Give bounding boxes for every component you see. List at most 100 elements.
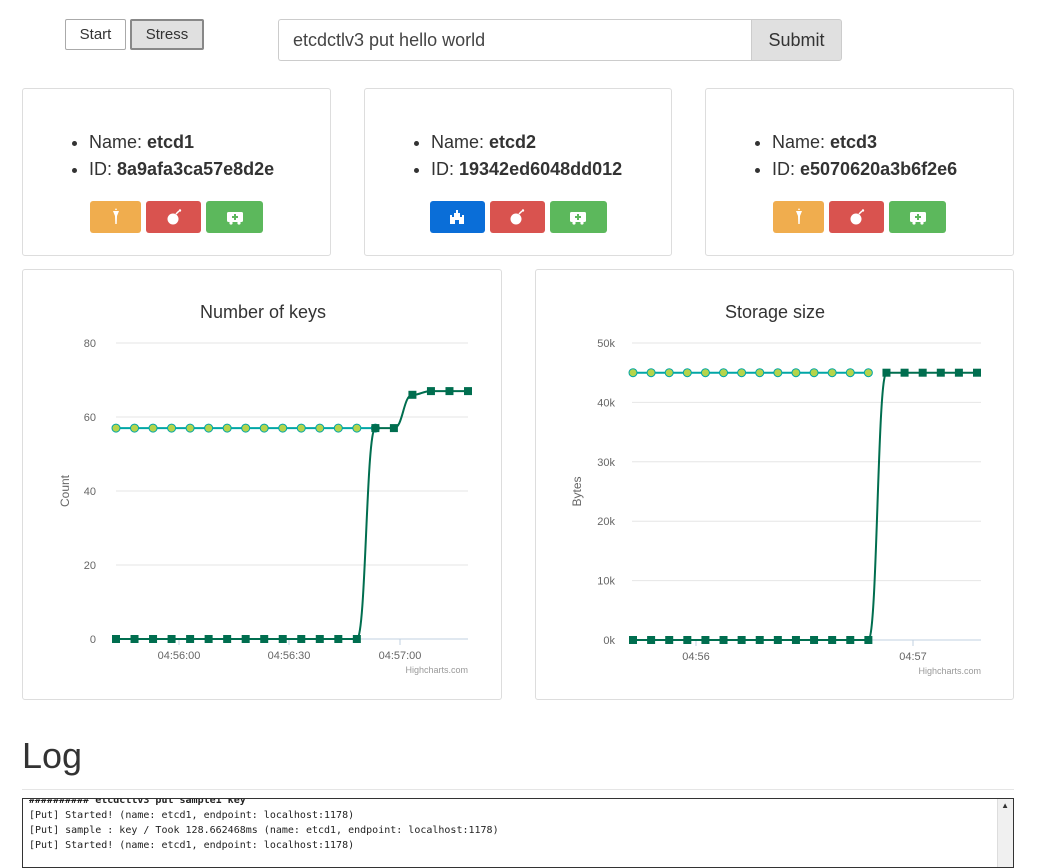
data-point	[773, 368, 783, 378]
leader-button[interactable]	[429, 201, 485, 233]
data-point	[628, 368, 638, 378]
node-info-list: Name: etcd3 ID: e5070620a3b6f2e6	[750, 129, 957, 183]
y-tick-label: 0	[90, 634, 96, 646]
node-actions	[23, 201, 330, 233]
data-point	[185, 423, 195, 433]
node-actions	[706, 201, 1013, 233]
torch-icon	[795, 208, 802, 224]
log-content: ########## etcdctlv3 put sample1 key [Put…	[23, 799, 1013, 853]
data-point	[260, 635, 269, 643]
data-point	[809, 368, 819, 378]
node-info-list: Name: etcd2 ID: 19342ed6048dd012	[409, 129, 622, 183]
data-point	[464, 387, 472, 396]
data-point	[846, 636, 855, 644]
torch-icon	[112, 208, 119, 224]
node-id-row: ID: 8a9afa3ca57e8d2e	[89, 156, 274, 183]
data-point	[647, 636, 656, 644]
node-id-row: ID: e5070620a3b6f2e6	[772, 156, 957, 183]
data-point	[167, 635, 176, 643]
log-line: [Put] Started! (name: etcd1, endpoint: l…	[29, 840, 355, 851]
data-point	[352, 635, 361, 643]
data-point	[278, 635, 287, 643]
x-tick-label: 04:57:00	[379, 650, 422, 662]
divider	[22, 789, 1014, 790]
chart-credit: Highcharts.com	[405, 665, 468, 675]
y-tick-label: 60	[84, 412, 96, 424]
kill-button[interactable]	[146, 201, 201, 233]
x-tick-label: 04:56:30	[268, 650, 311, 662]
log-heading: Log	[22, 735, 83, 776]
restart-button[interactable]	[889, 201, 946, 233]
log-scrollbar[interactable]: ▲	[997, 799, 1013, 867]
y-tick-label: 50k	[597, 338, 615, 350]
leader-button[interactable]	[773, 201, 824, 233]
data-point	[111, 423, 121, 433]
ambulance-icon	[909, 212, 926, 225]
data-point	[204, 423, 214, 433]
bomb-icon	[510, 209, 525, 225]
data-point	[297, 635, 306, 643]
log-line: [Put] Started! (name: etcd1, endpoint: l…	[29, 810, 355, 821]
data-point	[204, 635, 213, 643]
data-point	[315, 423, 325, 433]
castle-icon	[450, 210, 464, 224]
command-input[interactable]: etcdctlv3 put hello world	[278, 19, 751, 61]
data-point	[186, 635, 195, 643]
stress-button[interactable]: Stress	[130, 19, 204, 50]
node-id: 19342ed6048dd012	[459, 159, 623, 179]
kill-button[interactable]	[489, 201, 545, 233]
data-point	[700, 368, 710, 378]
data-point	[827, 368, 837, 378]
node-actions	[365, 201, 671, 233]
y-axis-label: Count	[58, 474, 72, 507]
node-name-row: Name: etcd1	[89, 129, 274, 156]
node-id: e5070620a3b6f2e6	[800, 159, 958, 179]
node-name: etcd2	[489, 132, 537, 152]
data-point	[223, 635, 232, 643]
leader-button[interactable]	[90, 201, 141, 233]
bomb-icon	[850, 209, 864, 225]
data-point	[737, 368, 747, 378]
data-point	[791, 636, 800, 644]
data-point	[112, 635, 120, 643]
y-tick-label: 20k	[597, 516, 615, 528]
data-point	[408, 390, 417, 399]
data-point	[954, 368, 963, 377]
data-point	[918, 368, 927, 377]
keys-chart: Number of keys 0 20 40 60 80 Count 04:56:00 04:5…	[58, 302, 472, 675]
data-point	[241, 423, 251, 433]
restart-button[interactable]	[549, 201, 607, 233]
data-point	[352, 423, 362, 433]
node-name: etcd1	[147, 132, 195, 152]
node-card-etcd3: Name: etcd3 ID: e5070620a3b6f2e6	[705, 88, 1014, 256]
node-id: 8a9afa3ca57e8d2e	[117, 159, 275, 179]
start-button[interactable]: Start	[65, 19, 126, 50]
data-point	[333, 423, 343, 433]
data-point	[882, 368, 891, 377]
data-point	[130, 423, 140, 433]
data-point	[259, 423, 269, 433]
node-card-etcd1: Name: etcd1 ID: 8a9afa3ca57e8d2e	[22, 88, 331, 256]
node-info-list: Name: etcd1 ID: 8a9afa3ca57e8d2e	[67, 129, 274, 183]
node-name-row: Name: etcd3	[772, 129, 957, 156]
data-point	[665, 636, 674, 644]
y-tick-label: 0k	[603, 635, 615, 647]
data-point	[389, 424, 398, 433]
data-point	[278, 423, 288, 433]
chart-title: Storage size	[725, 302, 825, 322]
node-name-row: Name: etcd2	[431, 129, 622, 156]
data-point	[241, 635, 250, 643]
submit-button[interactable]: Submit	[751, 19, 842, 61]
data-point	[664, 368, 674, 378]
y-tick-label: 10k	[597, 576, 615, 588]
data-point	[900, 368, 909, 377]
data-point	[683, 636, 692, 644]
data-point	[682, 368, 692, 378]
data-point	[863, 368, 873, 378]
scroll-up-arrow-icon[interactable]: ▲	[1001, 801, 1009, 810]
data-point	[629, 636, 637, 644]
restart-button[interactable]	[206, 201, 263, 233]
data-point	[148, 423, 158, 433]
y-axis-label: Bytes	[570, 476, 584, 506]
kill-button[interactable]	[829, 201, 884, 233]
